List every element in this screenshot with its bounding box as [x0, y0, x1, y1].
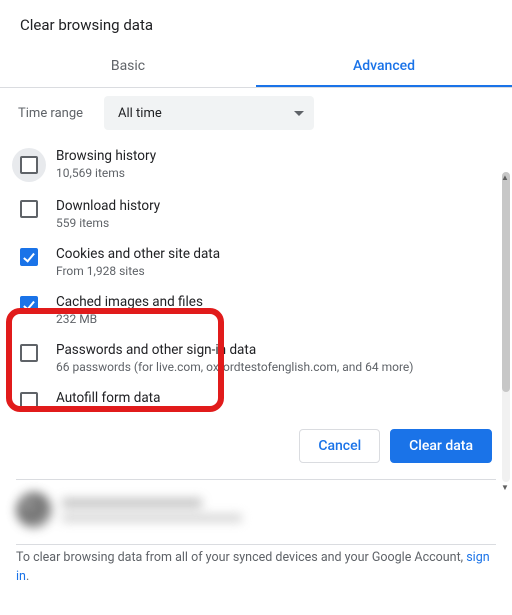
- checkbox-icon: [20, 344, 38, 362]
- checkbox-checked-icon: [20, 296, 38, 314]
- time-range-select[interactable]: All time: [104, 96, 314, 130]
- item-subtitle: 10,569 items: [56, 166, 156, 180]
- checkbox-wrap[interactable]: [12, 148, 46, 182]
- cancel-button[interactable]: Cancel: [299, 429, 380, 463]
- clear-browsing-data-dialog: Clear browsing data Basic Advanced Time …: [0, 0, 512, 601]
- item-download-history[interactable]: Download history 559 items: [0, 190, 498, 238]
- checkbox-icon: [20, 156, 38, 174]
- item-subtitle: 2 addresses, 892 other suggestions: [56, 408, 246, 410]
- item-autofill[interactable]: Autofill form data 2 addresses, 892 othe…: [0, 382, 498, 410]
- item-title: Download history: [56, 198, 160, 214]
- item-passwords[interactable]: Passwords and other sign-in data 66 pass…: [0, 334, 498, 382]
- checkbox-icon: [20, 392, 38, 410]
- checkbox-wrap[interactable]: [18, 246, 40, 266]
- sync-note: To clear browsing data from all of your …: [0, 545, 512, 601]
- account-row[interactable]: [16, 488, 496, 538]
- tabs: Basic Advanced: [0, 46, 512, 88]
- time-range-row: Time range All time: [0, 88, 498, 138]
- checkbox-wrap[interactable]: [18, 198, 40, 218]
- content: Time range All time Browsing history 10,…: [0, 88, 512, 410]
- item-browsing-history[interactable]: Browsing history 10,569 items: [0, 140, 498, 190]
- scroll-up-icon[interactable]: ▲: [500, 172, 510, 184]
- time-range-value: All time: [118, 106, 162, 121]
- item-title: Cookies and other site data: [56, 246, 220, 262]
- account-section: [0, 480, 512, 544]
- item-cookies[interactable]: Cookies and other site data From 1,928 s…: [0, 238, 498, 286]
- chevron-down-icon: [294, 111, 304, 116]
- time-range-label: Time range: [18, 106, 92, 121]
- avatar: [16, 492, 52, 528]
- scroll-area[interactable]: Time range All time Browsing history 10,…: [0, 88, 512, 410]
- scrollbar[interactable]: [502, 172, 510, 482]
- items-list: Browsing history 10,569 items Download h…: [0, 138, 498, 410]
- checkbox-wrap[interactable]: [18, 390, 40, 410]
- dialog-title: Clear browsing data: [0, 0, 512, 46]
- account-info: [62, 498, 242, 522]
- clear-data-button[interactable]: Clear data: [390, 429, 492, 463]
- item-subtitle: 559 items: [56, 216, 160, 230]
- scroll-down-icon[interactable]: ▼: [500, 482, 510, 494]
- item-cached[interactable]: Cached images and files 232 MB: [0, 286, 498, 334]
- dialog-footer: Cancel Clear data: [0, 410, 512, 479]
- scrollbar-thumb[interactable]: [502, 172, 510, 392]
- item-subtitle: 232 MB: [56, 312, 203, 326]
- item-title: Autofill form data: [56, 390, 246, 406]
- note-suffix: .: [26, 569, 29, 584]
- checkbox-icon: [20, 200, 38, 218]
- item-subtitle: From 1,928 sites: [56, 264, 220, 278]
- note-text: To clear browsing data from all of your …: [16, 550, 466, 565]
- item-title: Cached images and files: [56, 294, 203, 310]
- tab-basic[interactable]: Basic: [0, 46, 256, 87]
- checkbox-checked-icon: [20, 248, 38, 266]
- checkbox-wrap[interactable]: [18, 342, 40, 362]
- item-subtitle: 66 passwords (for live.com, oxfordtestof…: [56, 360, 413, 374]
- item-title: Browsing history: [56, 148, 156, 164]
- tab-advanced[interactable]: Advanced: [256, 46, 512, 87]
- checkbox-wrap[interactable]: [18, 294, 40, 314]
- item-title: Passwords and other sign-in data: [56, 342, 413, 358]
